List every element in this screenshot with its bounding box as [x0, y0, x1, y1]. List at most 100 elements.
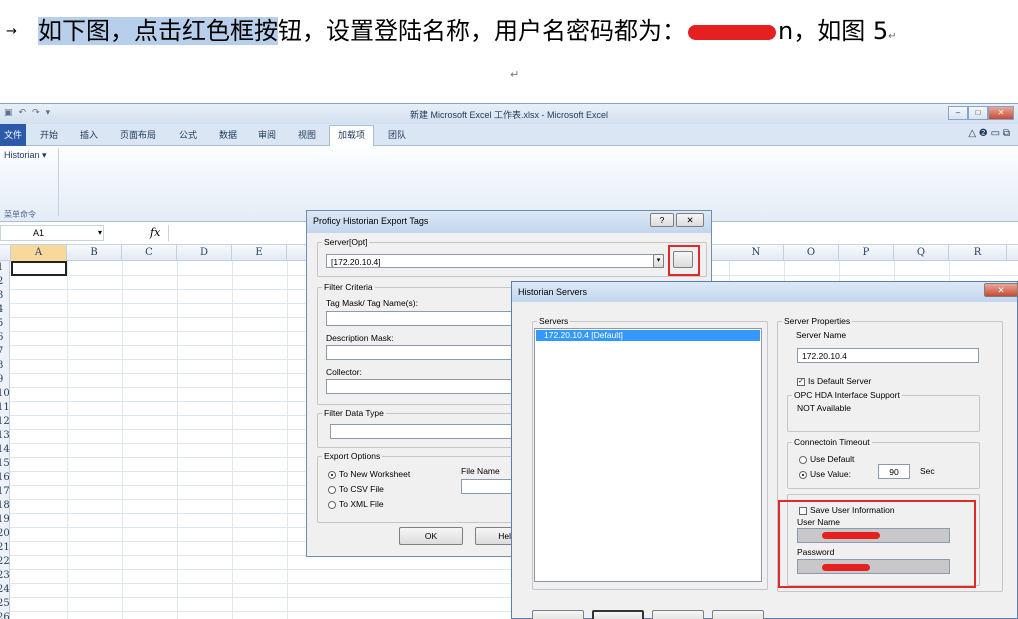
row-header[interactable]: 16 [0, 471, 10, 485]
tab-home[interactable]: 开始 [40, 128, 58, 141]
maximize-button[interactable]: □ [968, 106, 988, 120]
tag-mask-label: Tag Mask/ Tag Name(s): [326, 298, 418, 308]
tab-file[interactable]: 文件 [0, 124, 26, 146]
row-header[interactable]: 11 [0, 401, 10, 415]
close-button[interactable]: ✕ [984, 283, 1018, 297]
tab-page-layout[interactable]: 页面布局 [120, 128, 156, 141]
row-header[interactable]: 22 [0, 555, 10, 569]
row-header[interactable]: 18 [0, 499, 10, 513]
gridline-column [177, 261, 178, 619]
name-box[interactable]: A1 [0, 225, 104, 241]
row-header[interactable]: 4 [0, 303, 9, 317]
collector-label: Collector: [326, 367, 362, 377]
server-select[interactable]: [172.20.10.4] [326, 254, 664, 268]
radio-use-value[interactable]: Use Value: [799, 469, 851, 479]
instruction-tail: n， [778, 17, 818, 45]
chevron-down-icon[interactable]: ▾ [653, 254, 664, 268]
bottom-button[interactable] [712, 610, 764, 619]
servers-list[interactable]: 172.20.10.4 [Default] [534, 328, 762, 582]
row-header[interactable]: 15 [0, 457, 10, 471]
timeout-value-input[interactable]: 90 [878, 464, 910, 479]
radio-use-default[interactable]: Use Default [799, 454, 854, 464]
server-name-input[interactable]: 172.20.10.4 [797, 348, 979, 363]
close-button[interactable]: ✕ [988, 106, 1014, 120]
server-list-item[interactable]: 172.20.10.4 [Default] [536, 330, 760, 341]
historian-menu-button[interactable]: Historian ▾ [4, 150, 47, 161]
seconds-label: Sec [920, 466, 935, 476]
row-header[interactable]: 20 [0, 527, 10, 541]
server-group-label: Server[Opt] [324, 237, 368, 247]
select-all-corner[interactable] [0, 245, 11, 261]
radio-label: Use Default [810, 454, 855, 464]
row-header[interactable]: 21 [0, 541, 10, 555]
minimize-button[interactable]: – [948, 106, 968, 120]
column-header[interactable]: B [67, 245, 122, 261]
column-header[interactable]: Q [894, 245, 949, 261]
row-header[interactable]: 2 [0, 275, 9, 289]
help-title-button[interactable]: ? [650, 213, 674, 227]
close-title-button[interactable]: ✕ [676, 213, 704, 227]
default-server-checkbox[interactable]: ✓ Is Default Server [797, 376, 871, 386]
row-header[interactable]: 23 [0, 569, 10, 583]
row-header[interactable]: 9 [0, 373, 9, 387]
data-type-select[interactable] [330, 424, 516, 439]
description-mask-label: Description Mask: [326, 333, 394, 343]
column-header[interactable]: D [177, 245, 232, 261]
tab-team[interactable]: 团队 [388, 128, 406, 141]
column-header[interactable]: P [839, 245, 894, 261]
row-header[interactable]: 10 [0, 387, 10, 401]
column-header[interactable]: N [729, 245, 784, 261]
radio-csv-file[interactable]: To CSV File [328, 484, 384, 494]
ribbon-separator [58, 148, 59, 216]
checkbox-checked-icon: ✓ [797, 377, 805, 386]
ok-button[interactable]: OK [399, 527, 463, 545]
bottom-button[interactable] [652, 610, 704, 619]
tab-insert[interactable]: 插入 [80, 128, 98, 141]
radio-xml-file[interactable]: To XML File [328, 499, 384, 509]
tab-review[interactable]: 审阅 [258, 128, 276, 141]
row-header[interactable]: 7 [0, 345, 9, 359]
column-header[interactable]: C [122, 245, 177, 261]
column-header[interactable]: A [11, 245, 67, 261]
name-box-dropdown-icon[interactable]: ▾ [98, 228, 102, 237]
column-header[interactable]: E [232, 245, 287, 261]
selected-cell-a1[interactable] [11, 261, 67, 276]
gridline-column [232, 261, 233, 619]
tab-view[interactable]: 视图 [298, 128, 316, 141]
tab-data[interactable]: 数据 [219, 128, 237, 141]
tag-mask-input[interactable] [326, 311, 516, 326]
row-header[interactable]: 13 [0, 429, 10, 443]
collector-input[interactable] [326, 379, 516, 394]
row-header[interactable]: 14 [0, 443, 10, 457]
gridline-column [67, 261, 68, 619]
ribbon-help-icons[interactable]: △ ❷ ▭ ⧉ [968, 128, 1010, 139]
column-header[interactable]: O [784, 245, 839, 261]
row-header[interactable]: 1 [0, 261, 9, 275]
column-header[interactable]: R [949, 245, 1007, 261]
radio-new-worksheet[interactable]: To New Worksheet [328, 469, 410, 479]
instruction-text: 钮，设置登陆名称，用户名密码都为： [278, 17, 686, 45]
return-mark: ↵ [510, 69, 520, 81]
insert-function-icon[interactable]: fx [150, 226, 160, 239]
row-header[interactable]: 19 [0, 513, 10, 527]
tab-formulas[interactable]: 公式 [179, 128, 197, 141]
radio-icon [328, 485, 336, 494]
tab-addins[interactable]: 加载项 [329, 125, 375, 146]
row-header[interactable]: 3 [0, 289, 9, 303]
row-header[interactable]: 12 [0, 415, 10, 429]
row-header[interactable]: 26 [0, 611, 10, 619]
row-header[interactable]: 5 [0, 317, 9, 331]
opc-status-value: NOT Available [797, 403, 852, 413]
row-header[interactable]: 25 [0, 597, 10, 611]
row-header[interactable]: 6 [0, 331, 9, 345]
bottom-button-default[interactable] [592, 610, 644, 619]
radio-selected-icon [799, 470, 807, 479]
row-header[interactable]: 17 [0, 485, 10, 499]
row-header[interactable]: 8 [0, 359, 9, 373]
file-name-input[interactable] [461, 479, 517, 494]
gridline-column [287, 261, 288, 619]
row-header[interactable]: 24 [0, 583, 10, 597]
bottom-button[interactable] [532, 610, 584, 619]
annotation-red-box [778, 500, 976, 588]
description-mask-input[interactable] [326, 345, 516, 360]
